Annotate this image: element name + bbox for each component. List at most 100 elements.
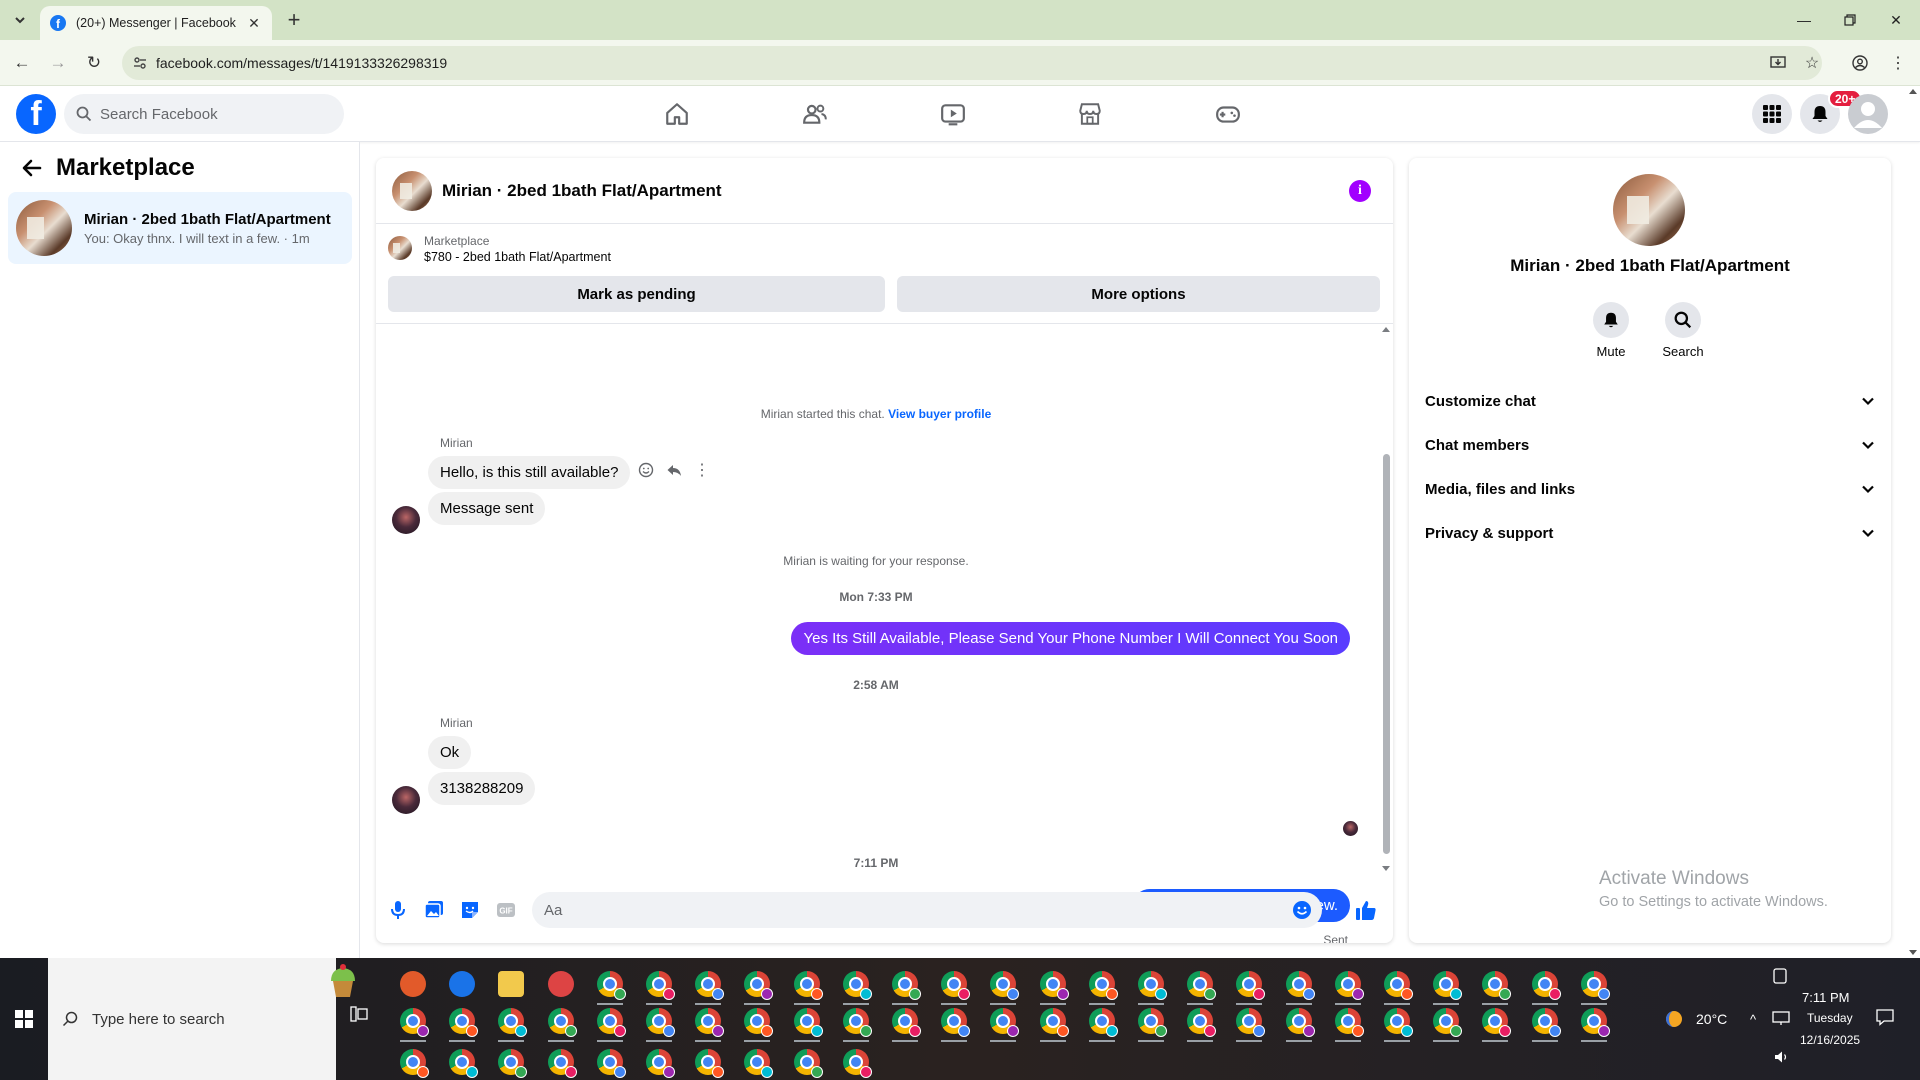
- show-hidden-icons[interactable]: ^: [1750, 1012, 1756, 1027]
- action-center-icon[interactable]: [1876, 1008, 1894, 1031]
- more-options-button[interactable]: More options: [897, 276, 1380, 312]
- taskbar-chrome-window-icon[interactable]: [1039, 1008, 1069, 1037]
- network-icon[interactable]: [1772, 1010, 1790, 1031]
- clock-day[interactable]: Tuesday: [1807, 1011, 1853, 1025]
- search-in-chat-button[interactable]: Search: [1653, 302, 1713, 359]
- photo-icon[interactable]: [422, 898, 446, 922]
- more-actions-icon[interactable]: ⋮: [692, 460, 712, 480]
- taskbar-chrome-window-icon[interactable]: [1138, 1008, 1167, 1037]
- taskbar-chrome-window-icon[interactable]: [990, 1008, 1020, 1037]
- site-settings-icon[interactable]: [132, 55, 148, 71]
- taskbar-chrome-window-icon[interactable]: [400, 1008, 429, 1037]
- reply-icon[interactable]: [664, 460, 684, 480]
- taskbar-search[interactable]: Type here to search: [48, 958, 355, 1080]
- react-smiley-icon[interactable]: [636, 460, 656, 480]
- taskbar-chrome-window-icon[interactable]: [596, 1008, 626, 1037]
- privacy-support-row[interactable]: Privacy & support: [1425, 513, 1875, 553]
- taskbar-chrome-window-icon[interactable]: [1138, 971, 1167, 1000]
- clock-time[interactable]: 7:11 PM: [1802, 990, 1849, 1005]
- taskbar-chrome-window-icon[interactable]: [1236, 971, 1266, 1000]
- chat-members-row[interactable]: Chat members: [1425, 425, 1875, 465]
- taskbar-chrome-window-icon[interactable]: [1088, 971, 1118, 1000]
- taskbar-chrome-window-icon[interactable]: [892, 971, 921, 1000]
- taskbar-chrome-window-icon[interactable]: [547, 1049, 577, 1078]
- listing-price[interactable]: $780 - 2bed 1bath Flat/Apartment: [424, 250, 611, 264]
- taskbar-chrome-window-icon[interactable]: [646, 1008, 675, 1037]
- taskbar-chrome-window-icon[interactable]: [990, 971, 1020, 1000]
- taskbar-chrome-window-icon[interactable]: [1580, 971, 1610, 1000]
- url-field[interactable]: facebook.com/messages/t/1419133326298319: [122, 46, 1822, 80]
- reload-icon[interactable]: ↻: [82, 51, 106, 75]
- taskbar-chrome-window-icon[interactable]: [1482, 1008, 1512, 1037]
- emoji-icon[interactable]: [1292, 900, 1312, 925]
- mute-button[interactable]: Mute: [1581, 302, 1641, 359]
- friends-icon[interactable]: [795, 94, 835, 134]
- browser-menu-icon[interactable]: ⋮: [1886, 51, 1910, 75]
- taskbar-chrome-window-icon[interactable]: [1384, 1008, 1413, 1037]
- taskbar-chrome-window-icon[interactable]: [1531, 1008, 1561, 1037]
- restore-icon[interactable]: [1827, 0, 1873, 40]
- media-files-links-row[interactable]: Media, files and links: [1425, 469, 1875, 509]
- taskbar-chrome-window-icon[interactable]: [449, 1049, 479, 1078]
- taskbar-chrome-window-icon[interactable]: [1384, 971, 1413, 1000]
- taskbar-chrome-window-icon[interactable]: [842, 1008, 872, 1037]
- taskbar-chrome-window-icon[interactable]: [744, 971, 774, 1000]
- taskbar-chrome-window-icon[interactable]: [400, 1049, 429, 1078]
- app-icon[interactable]: [547, 971, 574, 997]
- install-app-icon[interactable]: [1766, 51, 1790, 75]
- customize-chat-row[interactable]: Customize chat: [1425, 381, 1875, 421]
- minimize-icon[interactable]: —: [1781, 0, 1827, 40]
- taskbar-chrome-window-icon[interactable]: [695, 1008, 725, 1037]
- marketplace-icon[interactable]: [1070, 94, 1110, 134]
- home-icon[interactable]: [657, 94, 697, 134]
- facebook-logo-icon[interactable]: f: [16, 94, 56, 134]
- taskbar-chrome-window-icon[interactable]: [842, 1049, 872, 1078]
- taskbar-chrome-window-icon[interactable]: [1334, 1008, 1364, 1037]
- file-explorer-icon[interactable]: [498, 971, 525, 997]
- taskbar-chrome-window-icon[interactable]: [1285, 1008, 1315, 1037]
- taskbar-chrome-window-icon[interactable]: [1285, 971, 1315, 1000]
- taskbar-chrome-window-icon[interactable]: [596, 1049, 626, 1078]
- taskbar-chrome-window-icon[interactable]: [498, 1008, 528, 1037]
- task-view-icon[interactable]: [350, 1006, 368, 1027]
- taskbar-chrome-window-icon[interactable]: [1433, 1008, 1463, 1037]
- scrollbar-thumb[interactable]: [1383, 454, 1390, 854]
- taskbar-chrome-window-icon[interactable]: [1088, 1008, 1118, 1037]
- video-icon[interactable]: [933, 94, 973, 134]
- taskbar-chrome-window-icon[interactable]: [646, 971, 675, 1000]
- info-icon[interactable]: i: [1349, 180, 1371, 202]
- tab-search-chevron-icon[interactable]: [8, 8, 32, 32]
- menu-grid-icon[interactable]: [1752, 94, 1792, 134]
- taskbar-chrome-window-icon[interactable]: [892, 1008, 921, 1037]
- thumbs-up-icon[interactable]: [1354, 898, 1378, 922]
- copilot-icon[interactable]: [400, 971, 426, 997]
- tab-close-icon[interactable]: ✕: [246, 15, 262, 32]
- taskbar-chrome-window-icon[interactable]: [498, 1049, 528, 1078]
- back-icon[interactable]: ←: [10, 51, 34, 75]
- profile-icon[interactable]: [1848, 51, 1872, 75]
- sticker-icon[interactable]: [458, 898, 482, 922]
- taskbar-chrome-window-icon[interactable]: [793, 1049, 823, 1078]
- facebook-search[interactable]: [64, 94, 344, 134]
- outgoing-message[interactable]: Yes Its Still Available, Please Send You…: [791, 622, 1350, 655]
- view-buyer-profile-link[interactable]: View buyer profile: [888, 407, 991, 421]
- clock-date[interactable]: 12/16/2025: [1800, 1033, 1860, 1047]
- sender-avatar[interactable]: [392, 506, 420, 534]
- taskbar-chrome-window-icon[interactable]: [744, 1008, 774, 1037]
- gaming-icon[interactable]: [1208, 94, 1248, 134]
- incoming-message[interactable]: Hello, is this still available?: [428, 456, 631, 489]
- windows-start-icon[interactable]: [0, 958, 48, 1080]
- account-avatar[interactable]: [1848, 94, 1888, 134]
- sender-avatar[interactable]: [392, 786, 420, 814]
- browser-tab[interactable]: f (20+) Messenger | Facebook ✕: [40, 6, 272, 40]
- taskbar-chrome-window-icon[interactable]: [1187, 1008, 1217, 1037]
- taskbar-chrome-window-icon[interactable]: [1482, 971, 1512, 1000]
- taskbar-chrome-window-icon[interactable]: [793, 971, 823, 1000]
- volume-icon[interactable]: [1774, 1050, 1790, 1069]
- bookmark-star-icon[interactable]: ☆: [1800, 51, 1824, 75]
- taskbar-chrome-window-icon[interactable]: [941, 971, 971, 1000]
- taskbar-chrome-window-icon[interactable]: [1580, 1008, 1610, 1037]
- incoming-message[interactable]: Ok: [428, 736, 472, 769]
- tablet-mode-icon[interactable]: [1773, 968, 1787, 989]
- back-arrow-icon[interactable]: [18, 154, 46, 182]
